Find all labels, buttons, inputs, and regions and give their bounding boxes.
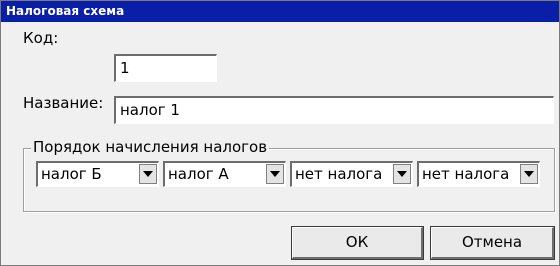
cancel-button[interactable]: Отмена: [430, 226, 555, 260]
dropdown-button[interactable]: [139, 164, 157, 184]
tax-scheme-dialog: Налоговая схема Код: 1 Название: налог 1…: [0, 0, 560, 266]
combo-value: налог Б: [41, 165, 102, 183]
title-bar: Налоговая схема: [1, 1, 559, 22]
tax-order-combo-4[interactable]: нет налога: [417, 161, 540, 187]
tax-order-legend: Порядок начисления налогов: [31, 137, 270, 157]
tax-order-combo-3[interactable]: нет налога: [290, 161, 413, 187]
chevron-down-icon: [143, 171, 153, 177]
chevron-down-icon: [397, 171, 407, 177]
name-label: Название:: [23, 94, 104, 112]
dropdown-button[interactable]: [520, 164, 538, 184]
chevron-down-icon: [270, 171, 280, 177]
tax-order-combo-2[interactable]: налог А: [163, 161, 286, 187]
code-label: Код:: [23, 29, 59, 47]
tax-order-combo-1[interactable]: налог Б: [36, 161, 159, 187]
dropdown-button[interactable]: [393, 164, 411, 184]
combo-value: нет налога: [295, 165, 383, 183]
chevron-down-icon: [524, 171, 534, 177]
name-field[interactable]: налог 1: [114, 96, 554, 124]
combo-value: налог А: [168, 165, 229, 183]
dropdown-button[interactable]: [266, 164, 284, 184]
code-field[interactable]: 1: [114, 54, 217, 82]
combo-value: нет налога: [422, 165, 510, 183]
ok-button[interactable]: ОК: [291, 226, 424, 260]
